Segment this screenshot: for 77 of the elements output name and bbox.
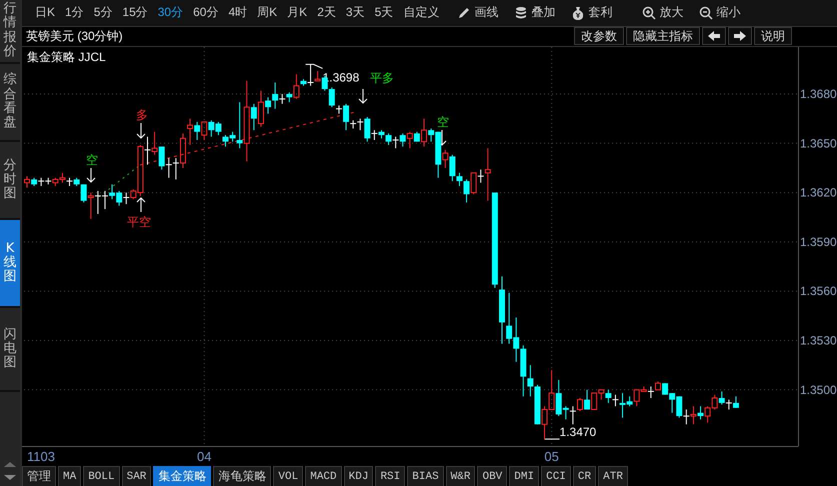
indicator-tab[interactable]: MACD bbox=[305, 466, 342, 486]
scroll-up-button[interactable] bbox=[4, 462, 16, 467]
header-button[interactable]: 隐藏主指标 bbox=[626, 27, 700, 46]
leader-line bbox=[544, 438, 560, 440]
tool-button[interactable]: 画线 bbox=[454, 4, 502, 22]
pen-icon bbox=[457, 6, 472, 20]
signal-arrow bbox=[136, 198, 146, 213]
right-arrow-icon bbox=[733, 30, 747, 42]
sidebar-tab[interactable]: 闪电图 bbox=[0, 308, 20, 392]
indicator-tab[interactable]: DMI bbox=[509, 466, 540, 486]
indicator-tab[interactable]: SAR bbox=[122, 466, 152, 486]
indicator-tab[interactable]: OBV bbox=[477, 466, 508, 486]
period-tab[interactable]: 60分 bbox=[188, 4, 224, 22]
period-tab[interactable]: 4时 bbox=[223, 4, 252, 22]
low-price-label: 1.3470 bbox=[560, 425, 596, 440]
period-tab[interactable]: 30分 bbox=[152, 4, 188, 22]
price-axis-label: 1.3650 bbox=[800, 136, 837, 151]
indicator-tab[interactable]: 海龟策略 bbox=[213, 466, 272, 486]
period-tab[interactable]: 3天 bbox=[340, 4, 370, 22]
indicator-tab[interactable]: CR bbox=[572, 466, 596, 486]
signal-label: 空 bbox=[86, 153, 98, 168]
period-tab[interactable]: 2天 bbox=[312, 4, 341, 22]
price-axis-label: 1.3560 bbox=[800, 284, 837, 298]
signal-label: 多 bbox=[136, 108, 148, 122]
zoom-in-icon bbox=[642, 6, 656, 20]
indicator-label: 集金策略 JJCL bbox=[27, 50, 106, 64]
indicator-tab[interactable]: CCI bbox=[541, 466, 571, 486]
signal-arrow bbox=[358, 88, 368, 104]
database-icon bbox=[514, 6, 528, 20]
period-tab[interactable]: 1分 bbox=[60, 4, 89, 22]
scroll-down-button[interactable] bbox=[4, 475, 16, 480]
header-button[interactable]: 改参数 bbox=[574, 27, 624, 46]
left-arrow-icon bbox=[707, 30, 721, 42]
price-axis-label: 1.3590 bbox=[800, 235, 837, 250]
money-bag-icon bbox=[571, 6, 586, 20]
period-tab[interactable]: 自定义 bbox=[398, 4, 444, 22]
price-axis-label: 1.3680 bbox=[800, 87, 837, 102]
chart-title: 英镑美元 (30分钟) bbox=[26, 28, 124, 45]
indicator-tab[interactable]: KDJ bbox=[344, 466, 374, 486]
indicator-tab[interactable]: BOLL bbox=[83, 466, 120, 486]
period-tab[interactable]: 5天 bbox=[370, 4, 398, 22]
indicator-tab[interactable]: MA bbox=[58, 466, 82, 486]
signal-label: 平空 bbox=[127, 215, 151, 230]
signal-arrow bbox=[86, 168, 96, 184]
tool-button[interactable]: 套利 bbox=[568, 4, 616, 22]
tool-button[interactable]: 叠加 bbox=[511, 4, 558, 22]
start-date-label: 1103 bbox=[27, 449, 55, 464]
time-axis-label: 05 bbox=[544, 449, 559, 464]
indicator-tab[interactable]: ATR bbox=[598, 466, 628, 486]
previous-button[interactable] bbox=[702, 27, 726, 46]
period-tab[interactable]: 月K bbox=[282, 4, 312, 22]
price-axis-label: 1.3530 bbox=[800, 334, 837, 348]
indicator-tab[interactable]: 管理 bbox=[22, 466, 56, 486]
indicator-tab[interactable]: W&R bbox=[446, 466, 476, 486]
zoom-out-icon bbox=[699, 6, 714, 20]
sidebar-tab[interactable]: K线图 bbox=[0, 220, 20, 308]
indicator-tab[interactable]: 集金策略 bbox=[153, 466, 212, 486]
next-button[interactable] bbox=[728, 27, 752, 46]
sidebar-tab[interactable]: 综合看盘 bbox=[0, 64, 20, 142]
tool-button[interactable]: 缩小 bbox=[696, 4, 744, 22]
period-tab[interactable]: 日K bbox=[30, 4, 60, 22]
indicator-tab[interactable]: VOL bbox=[273, 466, 304, 486]
period-tab[interactable]: 周K bbox=[252, 4, 282, 22]
price-axis-label: 1.3500 bbox=[800, 383, 837, 398]
time-axis-label: 04 bbox=[197, 449, 212, 464]
signal-label: 空 bbox=[437, 115, 449, 130]
period-tab[interactable]: 5分 bbox=[88, 4, 118, 22]
header-button[interactable]: 说明 bbox=[754, 27, 792, 46]
price-axis-label: 1.3620 bbox=[800, 186, 837, 200]
indicator-tab[interactable]: BIAS bbox=[407, 466, 444, 486]
signal-label: 平多 bbox=[370, 71, 394, 86]
signal-arrow bbox=[136, 122, 146, 140]
period-tab[interactable]: 15分 bbox=[117, 4, 153, 22]
indicator-tab[interactable]: RSI bbox=[375, 466, 406, 486]
tool-button[interactable]: 放大 bbox=[639, 4, 686, 22]
sidebar-tab[interactable]: 行情报价 bbox=[0, 0, 20, 64]
leader-line bbox=[305, 64, 324, 70]
